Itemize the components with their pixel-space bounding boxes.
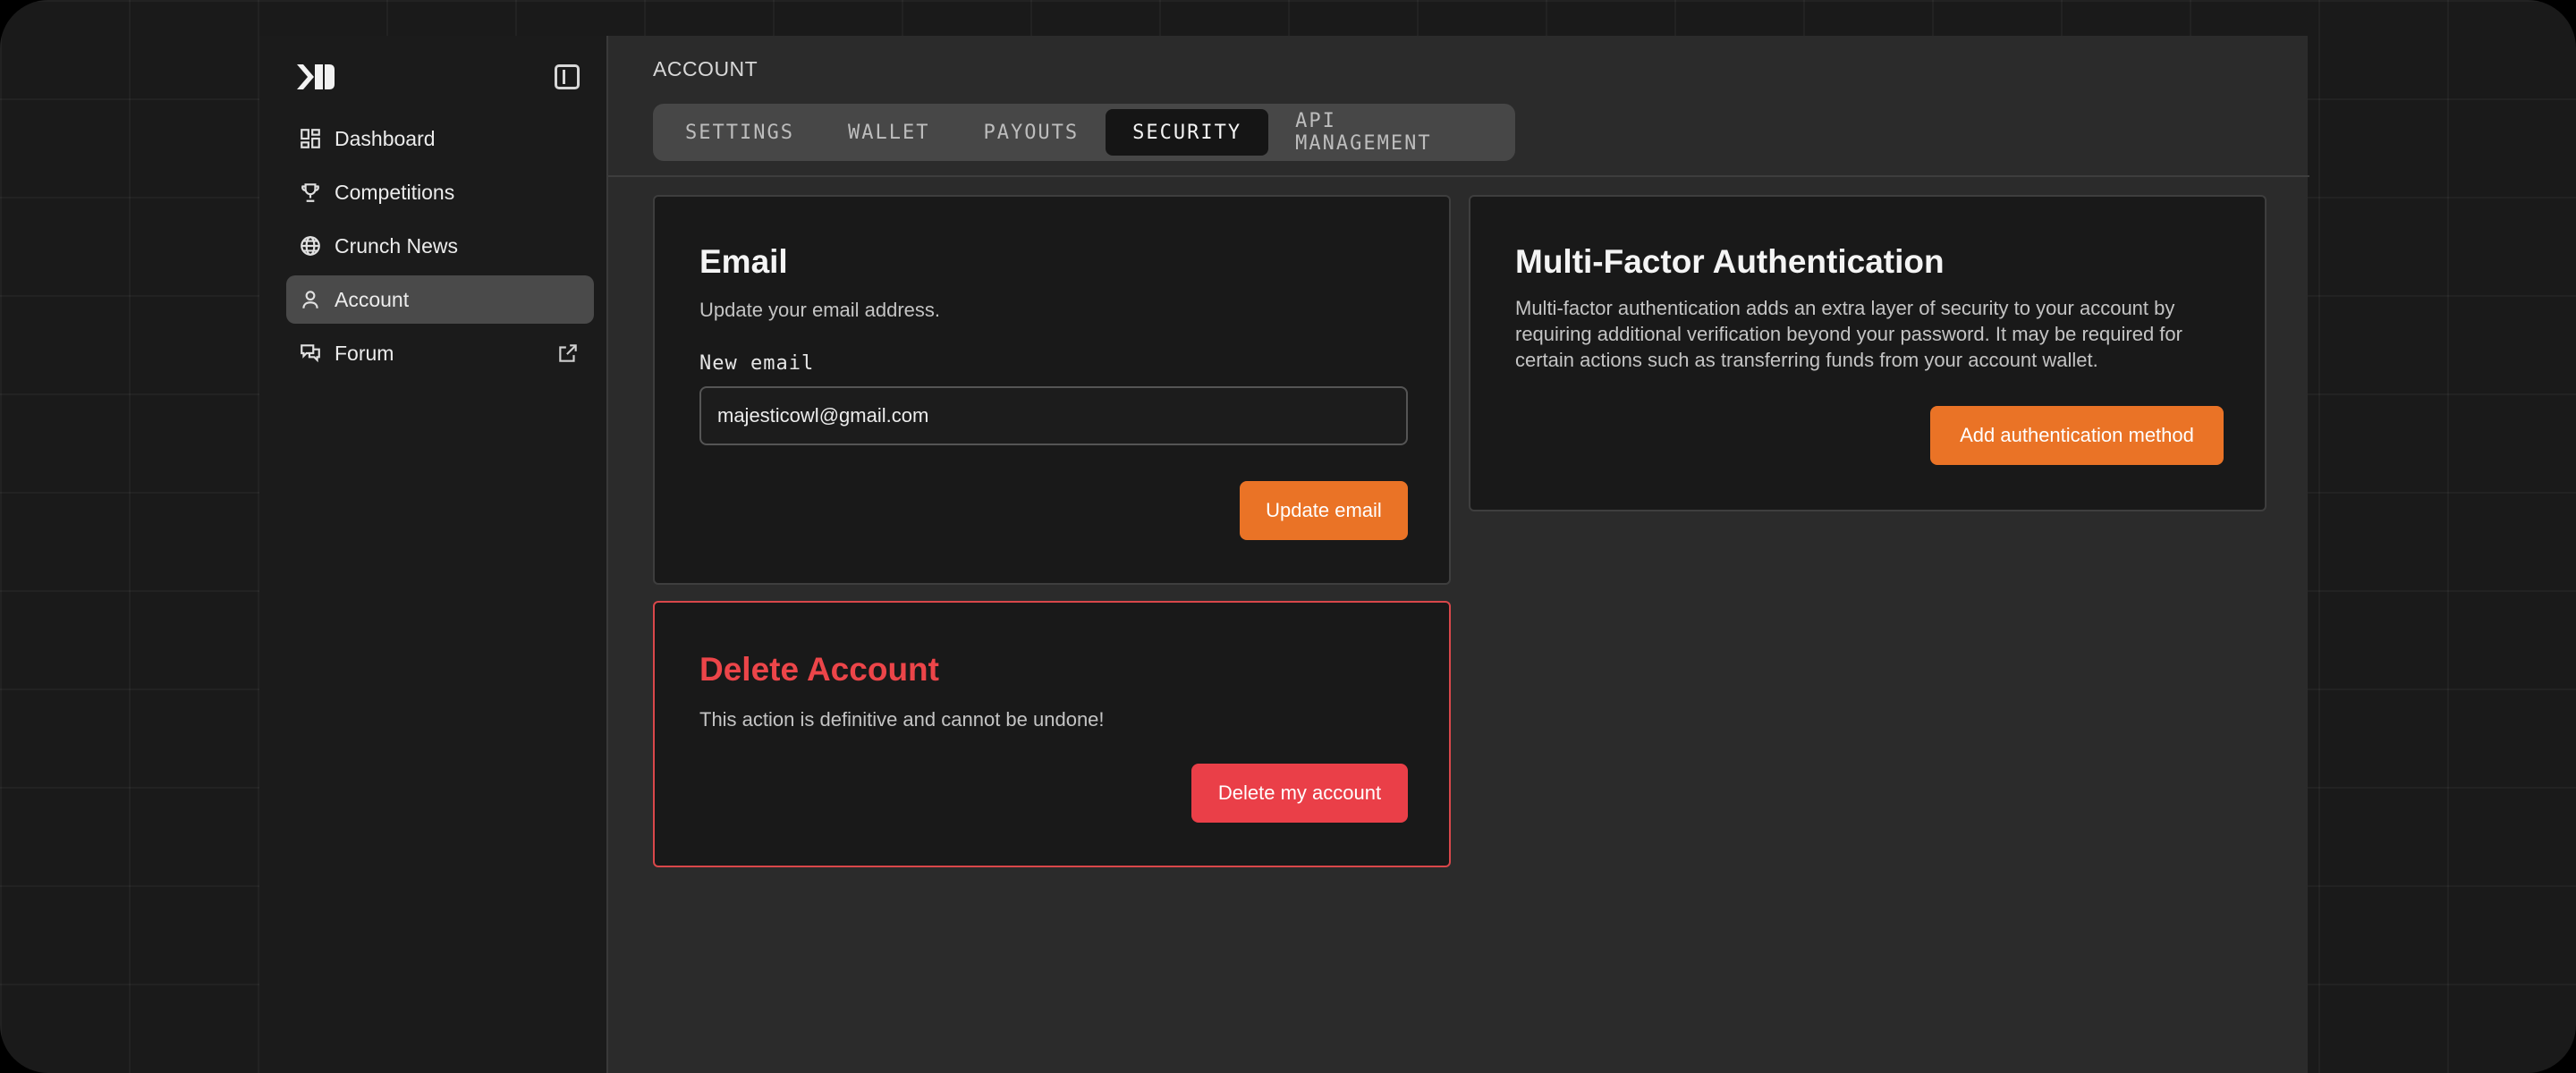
globe-icon — [299, 234, 322, 258]
dashboard-icon — [299, 127, 322, 150]
app-frame: Dashboard Competitions Crunch News Accou… — [0, 0, 2576, 1073]
sidebar-item-label: Crunch News — [335, 233, 459, 258]
sidebar-nav: Dashboard Competitions Crunch News Accou… — [286, 114, 594, 383]
sidebar: Dashboard Competitions Crunch News Accou… — [259, 36, 606, 1073]
delete-account-title: Delete Account — [699, 651, 939, 688]
sidebar-item-competitions[interactable]: Competitions — [286, 168, 594, 216]
external-link-icon — [556, 342, 580, 365]
delete-account-card: Delete Account This action is definitive… — [653, 601, 1451, 867]
update-email-button[interactable]: Update email — [1240, 481, 1408, 540]
email-card-title: Email — [699, 243, 788, 280]
tab-payouts[interactable]: PAYOUTS — [956, 109, 1106, 156]
mfa-card: Multi-Factor Authentication Multi-factor… — [1469, 195, 2267, 511]
new-email-label: New email — [699, 352, 815, 375]
sidebar-toggle-icon[interactable] — [555, 64, 580, 89]
new-email-input[interactable] — [699, 386, 1408, 445]
sidebar-item-crunch-news[interactable]: Crunch News — [286, 222, 594, 270]
email-card-description: Update your email address. — [699, 299, 941, 321]
mfa-card-description: Multi-factor authentication adds an extr… — [1515, 297, 2182, 371]
breadcrumb: ACCOUNT — [653, 57, 758, 80]
delete-account-button[interactable]: Delete my account — [1191, 764, 1408, 823]
trophy-icon — [299, 181, 322, 204]
header-divider — [608, 175, 2309, 177]
sidebar-item-forum[interactable]: Forum — [286, 329, 594, 377]
user-icon — [299, 288, 322, 311]
tab-api-management[interactable]: API MANAGEMENT — [1268, 109, 1510, 156]
main-content: ACCOUNT SETTINGS WALLET PAYOUTS SECURITY… — [606, 36, 2309, 1073]
logo-icon[interactable] — [295, 63, 336, 91]
delete-account-description: This action is definitive and cannot be … — [699, 708, 1105, 731]
tab-wallet[interactable]: WALLET — [821, 109, 956, 156]
chat-icon — [299, 342, 322, 365]
add-authentication-method-button[interactable]: Add authentication method — [1930, 406, 2224, 465]
sidebar-item-label: Account — [335, 287, 410, 311]
email-card: Email Update your email address. New ema… — [653, 195, 1451, 585]
sidebar-item-label: Dashboard — [335, 126, 436, 150]
sidebar-item-account[interactable]: Account — [286, 275, 594, 324]
mfa-card-title: Multi-Factor Authentication — [1515, 243, 1945, 280]
sidebar-item-dashboard[interactable]: Dashboard — [286, 114, 594, 163]
tab-security[interactable]: SECURITY — [1106, 109, 1269, 156]
sidebar-item-label: Forum — [335, 341, 394, 365]
tab-settings[interactable]: SETTINGS — [658, 109, 821, 156]
sidebar-item-label: Competitions — [335, 180, 455, 204]
account-tabs: SETTINGS WALLET PAYOUTS SECURITY API MAN… — [653, 104, 1515, 161]
